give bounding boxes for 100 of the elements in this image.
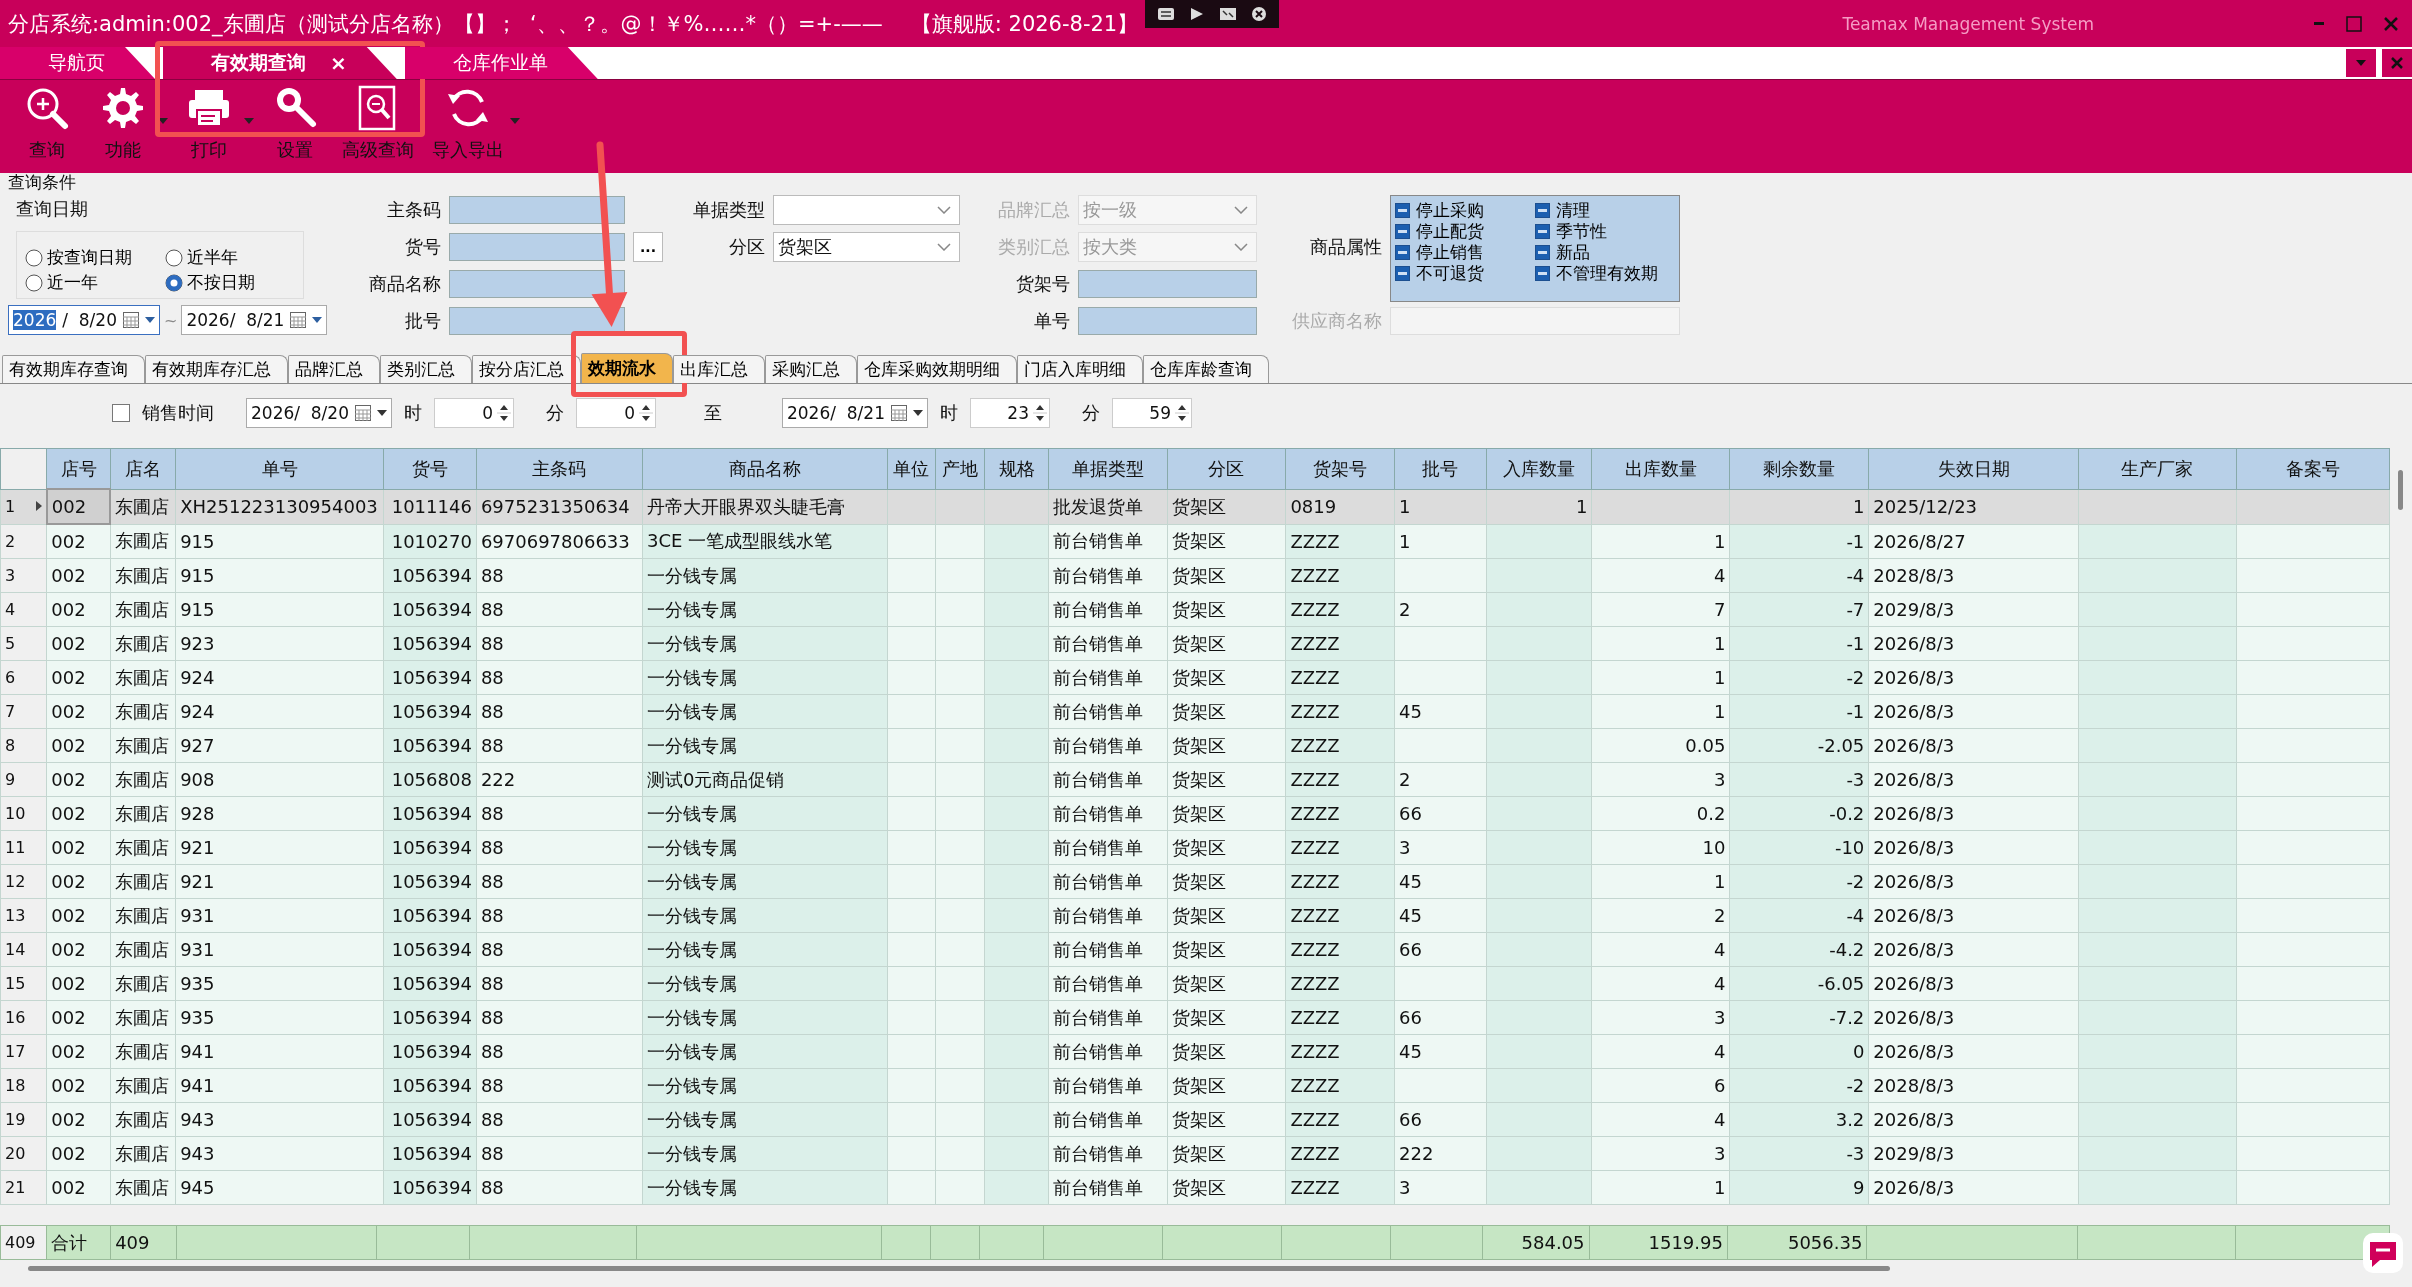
close-tab-icon[interactable]: × <box>330 51 347 75</box>
table-cell: 915 <box>175 558 384 593</box>
column-header[interactable]: 单位 <box>887 448 936 489</box>
column-header[interactable]: 货号 <box>383 448 477 489</box>
table-cell: 1056394 <box>383 1034 477 1069</box>
table-cell: 一分钱专属 <box>642 966 888 1001</box>
tab-list-button[interactable] <box>2346 49 2376 77</box>
browse-button[interactable]: ... <box>633 231 663 262</box>
result-tab[interactable]: 出库汇总 <box>673 355 765 383</box>
table-cell: 88 <box>476 1068 643 1103</box>
document-tab[interactable]: 有效期查询 × <box>163 47 397 79</box>
checkbox-option[interactable]: 清理 <box>1535 200 1675 221</box>
input-field[interactable] <box>449 195 625 224</box>
chevron-icon <box>1234 242 1248 251</box>
column-header[interactable]: 单号 <box>175 448 384 489</box>
input-field[interactable] <box>449 306 625 335</box>
column-header[interactable]: 店号 <box>46 448 111 489</box>
scrollbar-thumb[interactable] <box>2398 470 2403 510</box>
result-tab[interactable]: 按分店汇总 <box>472 355 581 383</box>
column-header[interactable]: 批号 <box>1394 448 1487 489</box>
radio-option[interactable]: 近半年 <box>165 246 285 269</box>
table-cell: -2.05 <box>1729 728 1869 763</box>
date-picker[interactable]: 2026/ 8/21 <box>181 305 328 335</box>
column-header[interactable]: 失效日期 <box>1868 448 2079 489</box>
column-header[interactable]: 入库数量 <box>1486 448 1592 489</box>
close-icon[interactable] <box>1251 6 1267 22</box>
column-header[interactable]: 产地 <box>935 448 985 489</box>
number-spinner[interactable]: 59 <box>1111 398 1192 428</box>
column-header[interactable]: 规格 <box>984 448 1049 489</box>
date-picker[interactable]: 2026 / 8/20 <box>8 305 160 335</box>
input-field[interactable] <box>449 232 625 261</box>
number-spinner[interactable]: 0 <box>434 398 514 428</box>
column-header[interactable]: 出库数量 <box>1591 448 1730 489</box>
checkbox-label: 销售时间 <box>142 401 214 425</box>
column-header[interactable]: 生产厂家 <box>2078 448 2237 489</box>
column-header[interactable]: 货架号 <box>1285 448 1395 489</box>
column-header[interactable]: 店名 <box>110 448 176 489</box>
row-number: 10 <box>0 796 47 831</box>
date-picker[interactable]: 2026/ 8/21 <box>782 398 928 428</box>
column-header[interactable]: 剩余数量 <box>1729 448 1869 489</box>
column-header[interactable]: 商品名称 <box>642 448 888 489</box>
result-tab[interactable]: 效期流水 <box>581 353 673 383</box>
checkbox-option[interactable]: 新品 <box>1535 242 1675 263</box>
result-tab[interactable]: 品牌汇总 <box>288 355 380 383</box>
column-header[interactable]: 备案号 <box>2236 448 2390 489</box>
checkbox-option[interactable]: 季节性 <box>1535 221 1675 242</box>
row-number: 3 <box>0 558 47 593</box>
table-cell: 前台销售单 <box>1048 932 1168 967</box>
checkbox-option[interactable]: 停止销售 <box>1395 242 1535 263</box>
table-cell: ZZZZ <box>1285 796 1395 831</box>
chat-icon[interactable] <box>2362 1232 2404 1274</box>
field-label: 分 <box>1081 401 1100 425</box>
checkbox-option[interactable]: 不可退货 <box>1395 263 1535 284</box>
table-cell: 前台销售单 <box>1048 728 1168 763</box>
close-all-button[interactable] <box>2382 49 2412 77</box>
input-field[interactable] <box>1078 306 1257 335</box>
table-cell: 88 <box>476 830 643 865</box>
scrollbar-thumb[interactable] <box>28 1266 1890 1271</box>
row-number: 11 <box>0 830 47 865</box>
checkbox-option[interactable]: 停止采购 <box>1395 200 1535 221</box>
dropdown[interactable] <box>773 194 960 225</box>
table-cell: 66 <box>1394 796 1487 831</box>
window-switch-icon[interactable] <box>1157 7 1175 21</box>
checkbox-option[interactable]: 停止配货 <box>1395 221 1535 242</box>
document-tab[interactable]: 导航页 <box>0 47 155 79</box>
pointer-icon[interactable] <box>1189 7 1205 21</box>
column-header[interactable]: 主条码 <box>476 448 643 489</box>
table-cell: 88 <box>476 694 643 729</box>
result-tab[interactable]: 有效期库存汇总 <box>145 355 288 383</box>
result-tab[interactable]: 类别汇总 <box>380 355 472 383</box>
maximize-icon[interactable] <box>2346 15 2362 32</box>
document-tab[interactable]: 仓库作业单 <box>404 47 598 79</box>
row-number: 21 <box>0 1170 47 1205</box>
table-cell: 2028/8/3 <box>1868 1068 2079 1103</box>
checkbox-option[interactable]: 不管理有效期 <box>1535 263 1675 284</box>
result-tab[interactable]: 仓库采购效期明细 <box>857 355 1017 383</box>
number-spinner[interactable]: 0 <box>576 398 656 428</box>
table-cell: 前台销售单 <box>1048 524 1168 559</box>
column-header[interactable]: 单据类型 <box>1048 448 1168 489</box>
table-cell: 2026/8/3 <box>1868 1102 2079 1137</box>
result-tab[interactable]: 有效期库存查询 <box>2 355 145 383</box>
chevron-icon <box>937 205 951 214</box>
table-cell: ZZZZ <box>1285 1000 1395 1035</box>
number-spinner[interactable]: 23 <box>969 398 1050 428</box>
column-header[interactable]: 分区 <box>1167 448 1286 489</box>
resize-icon[interactable] <box>1219 7 1237 21</box>
dropdown[interactable]: 货架区 <box>773 231 960 262</box>
input-field[interactable] <box>1078 269 1257 298</box>
radio-option[interactable]: 不按日期 <box>165 271 285 294</box>
checkbox[interactable] <box>112 404 130 422</box>
minimize-icon[interactable] <box>2314 21 2324 26</box>
input-field[interactable] <box>449 269 625 298</box>
table-cell: ZZZZ <box>1285 932 1395 967</box>
result-tab[interactable]: 采购汇总 <box>765 355 857 383</box>
table-cell: 002 <box>46 864 111 899</box>
radio-option[interactable]: 近一年 <box>25 271 165 294</box>
result-tab[interactable]: 仓库库龄查询 <box>1143 355 1269 383</box>
result-tab[interactable]: 门店入库明细 <box>1017 355 1143 383</box>
radio-option[interactable]: 按查询日期 <box>25 246 165 269</box>
date-picker[interactable]: 2026/ 8/20 <box>246 398 392 428</box>
